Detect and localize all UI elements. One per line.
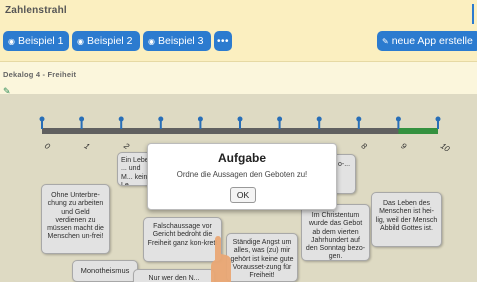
new-app-label: neue App erstelle — [391, 35, 473, 47]
example-3-button[interactable]: ◉ Beispiel 3 — [143, 31, 211, 51]
eye-icon: ◉ — [8, 36, 15, 46]
hand-cursor-icon — [211, 236, 231, 282]
new-app-button[interactable]: ✎ neue App erstelle — [377, 31, 477, 51]
eye-icon: ◉ — [77, 36, 84, 46]
example-1-label: Beispiel 1 — [17, 35, 64, 47]
task-dialog: Aufgabe Ordne die Aussagen den Geboten z… — [147, 143, 337, 210]
page-subtitle: Dekalog 4 - Freiheit — [3, 70, 77, 79]
pencil-icon: ✎ — [382, 36, 389, 46]
dialog-message: Ordne die Aussagen den Geboten zu! — [176, 170, 308, 179]
app-title: Zahlenstrahl — [5, 5, 67, 16]
more-button[interactable]: ••• — [214, 31, 232, 51]
example-1-button[interactable]: ◉ Beispiel 1 — [3, 31, 69, 51]
eye-icon: ◉ — [148, 36, 155, 46]
example-2-button[interactable]: ◉ Beispiel 2 — [72, 31, 140, 51]
top-bar: Zahlenstrahl ◉ Beispiel 1 ◉ Beispiel 2 ◉… — [0, 0, 477, 62]
edge-accent — [472, 4, 474, 24]
example-3-label: Beispiel 3 — [157, 35, 204, 47]
dialog-title: Aufgabe — [218, 151, 266, 165]
ok-button[interactable]: OK — [230, 187, 256, 203]
example-2-label: Beispiel 2 — [86, 35, 133, 47]
